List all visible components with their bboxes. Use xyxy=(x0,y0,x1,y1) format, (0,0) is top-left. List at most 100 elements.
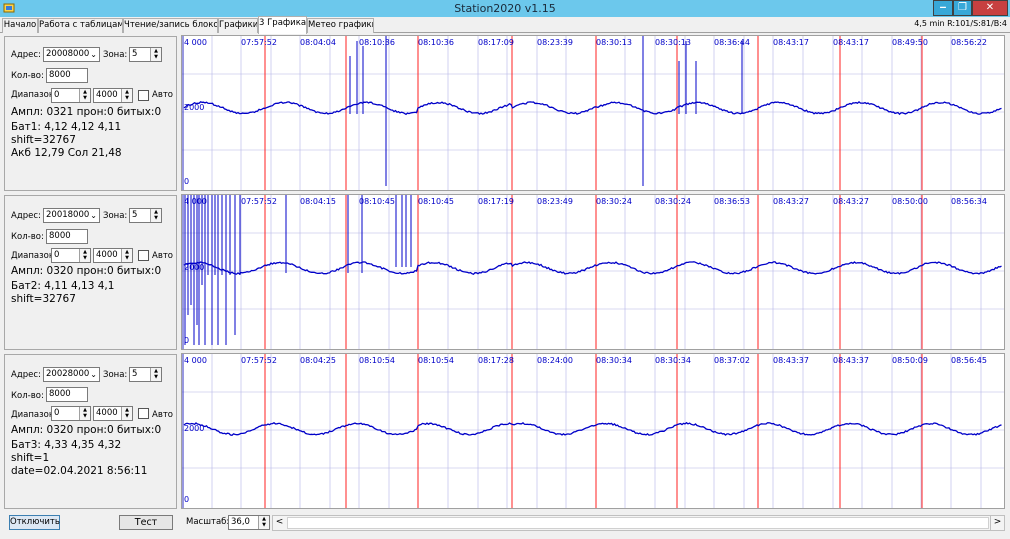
count-label: Кол-во: xyxy=(11,391,44,401)
tab-3-charts[interactable]: 3 Графика xyxy=(258,16,307,34)
zone-label: Зона: xyxy=(103,211,127,221)
test-button[interactable]: Тест xyxy=(119,515,173,530)
spin-arrows-icon[interactable]: ▲ ▼ xyxy=(79,407,90,420)
signal-chart-1[interactable]: 4 000 2000 0 07:57:52 08:04:04 08:10:36 08:10:… xyxy=(181,35,1005,191)
info-line: shift=32767 xyxy=(11,134,76,146)
address-select[interactable]: 20028000 ⌄ xyxy=(43,367,100,382)
zone-stepper[interactable]: 5 ▲ ▼ xyxy=(129,208,162,223)
time-tick-label: 08:56:45 xyxy=(951,356,987,365)
waveform-line xyxy=(184,262,1002,274)
time-tick-label: 08:17:19 xyxy=(478,197,514,206)
time-tick-label: 08:30:24 xyxy=(596,197,632,206)
address-select[interactable]: 20008000 ⌄ xyxy=(43,47,100,62)
count-field[interactable]: 8000 xyxy=(46,68,88,83)
spin-arrows-icon[interactable]: ▲ ▼ xyxy=(150,209,161,222)
time-tick-label: 07:57:52 xyxy=(241,356,277,365)
spin-arrows-icon[interactable]: ▲ ▼ xyxy=(150,48,161,61)
horizontal-scrollbar[interactable]: < > xyxy=(272,515,1005,531)
y-tick-label: 2000 xyxy=(184,263,204,272)
time-tick-label: 08:17:28 xyxy=(478,356,514,365)
count-field[interactable]: 8000 xyxy=(46,387,88,402)
spin-arrows-icon[interactable]: ▲ ▼ xyxy=(121,407,132,420)
info-line: date=02.04.2021 8:56:11 xyxy=(11,465,147,477)
range-from-stepper[interactable]: 0 ▲ ▼ xyxy=(51,406,91,421)
scale-stepper[interactable]: 36,0 ▲ ▼ xyxy=(228,515,270,530)
time-tick-label: 08:50:09 xyxy=(892,356,928,365)
count-field[interactable]: 8000 xyxy=(46,229,88,244)
time-tick-label: 08:23:49 xyxy=(537,197,573,206)
auto-label: Авто xyxy=(152,410,173,420)
range-to-stepper[interactable]: 4000 ▲ ▼ xyxy=(93,88,133,103)
count-label: Кол-во: xyxy=(11,71,44,81)
time-tick-label: 08:36:53 xyxy=(714,197,750,206)
time-tick-label: 08:10:54 xyxy=(359,356,395,365)
time-tick-label: 08:30:34 xyxy=(655,356,691,365)
scroll-right-icon[interactable]: > xyxy=(990,516,1004,530)
y-tick-label: 2000 xyxy=(184,424,204,433)
range-to-stepper[interactable]: 4000 ▲ ▼ xyxy=(93,248,133,263)
time-tick-label: 07:57:52 xyxy=(241,197,277,206)
range-to-stepper[interactable]: 4000 ▲ ▼ xyxy=(93,406,133,421)
tab-tables[interactable]: Работа с таблицами xyxy=(38,18,123,33)
time-tick-label: 08:30:13 xyxy=(596,38,632,47)
auto-label: Авто xyxy=(152,90,173,100)
range-label: Диапазон xyxy=(11,410,54,420)
auto-checkbox[interactable] xyxy=(138,90,149,101)
zone-stepper[interactable]: 5 ▲ ▼ xyxy=(129,367,162,382)
tab-read-write-blocks[interactable]: Чтение/запись блоков xyxy=(123,18,218,33)
signal-chart-2[interactable]: 4 000 2000 0 07:57:52 08:04:15 08:10:45 08:10:… xyxy=(181,194,1005,350)
auto-checkbox[interactable] xyxy=(138,408,149,419)
range-label: Диапазон xyxy=(11,251,54,261)
spin-arrows-icon[interactable]: ▲ ▼ xyxy=(258,516,269,529)
disconnect-button[interactable]: Отключить xyxy=(9,515,60,530)
time-tick-label: 08:04:04 xyxy=(300,38,336,47)
maximize-button[interactable]: ❐ xyxy=(953,0,972,16)
scale-label: Масштаб: xyxy=(186,517,229,527)
address-select[interactable]: 20018000 ⌄ xyxy=(43,208,100,223)
spin-arrows-icon[interactable]: ▲ ▼ xyxy=(79,249,90,262)
minimize-button[interactable]: ‒ xyxy=(933,0,953,16)
time-tick-label: 08:43:37 xyxy=(773,356,809,365)
channel-panel-2: Адрес: 20018000 ⌄ Зона: 5 ▲ ▼ Кол-во: 8000 … xyxy=(4,195,177,350)
scroll-thumb[interactable] xyxy=(287,517,989,529)
zone-stepper[interactable]: 5 ▲ ▼ xyxy=(129,47,162,62)
info-line: shift=32767 xyxy=(11,293,76,305)
spin-arrows-icon[interactable]: ▲ ▼ xyxy=(79,89,90,102)
y-tick-label: 0 xyxy=(184,177,189,186)
tab-start[interactable]: Начало xyxy=(2,18,38,33)
scroll-left-icon[interactable]: < xyxy=(273,516,286,530)
y-tick-label: 4 000 xyxy=(184,356,207,365)
info-line: Ампл: 0321 прон:0 битых:0 xyxy=(11,106,161,118)
channel-panel-3: Адрес: 20028000 ⌄ Зона: 5 ▲ ▼ Кол-во: 8000 … xyxy=(4,354,177,509)
y-tick-label: 0 xyxy=(184,336,189,345)
y-tick-label: 4 000 xyxy=(184,197,207,206)
info-line: Акб 12,79 Сол 21,48 xyxy=(11,147,122,159)
time-tick-label: 08:49:50 xyxy=(892,38,928,47)
zone-label: Зона: xyxy=(103,50,127,60)
info-line: Ампл: 0320 прон:0 битых:0 xyxy=(11,424,161,436)
info-line: Бат2: 4,11 4,13 4,1 xyxy=(11,280,114,292)
spin-arrows-icon[interactable]: ▲ ▼ xyxy=(150,368,161,381)
time-tick-label: 08:10:54 xyxy=(418,356,454,365)
time-tick-label: 08:04:15 xyxy=(300,197,336,206)
spin-arrows-icon[interactable]: ▲ ▼ xyxy=(121,249,132,262)
time-tick-label: 08:30:34 xyxy=(596,356,632,365)
channel-panel-1: Адрес: 20008000 ⌄ Зона: 5 ▲ ▼ Кол-во: 8000 … xyxy=(4,36,177,191)
y-tick-label: 4 000 xyxy=(184,38,207,47)
range-from-stepper[interactable]: 0 ▲ ▼ xyxy=(51,88,91,103)
time-tick-label: 08:17:09 xyxy=(478,38,514,47)
y-tick-label: 0 xyxy=(184,495,189,504)
spin-arrows-icon[interactable]: ▲ ▼ xyxy=(121,89,132,102)
tab-meteo-charts[interactable]: Метео графики xyxy=(307,18,374,33)
range-from-stepper[interactable]: 0 ▲ ▼ xyxy=(51,248,91,263)
signal-chart-3[interactable]: 4 000 2000 0 07:57:52 08:04:25 08:10:54 08:10:… xyxy=(181,353,1005,509)
tab-charts[interactable]: Графики xyxy=(218,18,258,33)
time-tick-label: 07:57:52 xyxy=(241,38,277,47)
time-tick-label: 08:56:34 xyxy=(951,197,987,206)
auto-checkbox[interactable] xyxy=(138,250,149,261)
time-tick-label: 08:10:36 xyxy=(359,38,395,47)
info-line: Бат1: 4,12 4,12 4,11 xyxy=(11,121,121,133)
time-tick-label: 08:30:13 xyxy=(655,38,691,47)
time-tick-label: 08:50:00 xyxy=(892,197,928,206)
close-button[interactable]: ✕ xyxy=(972,0,1008,16)
